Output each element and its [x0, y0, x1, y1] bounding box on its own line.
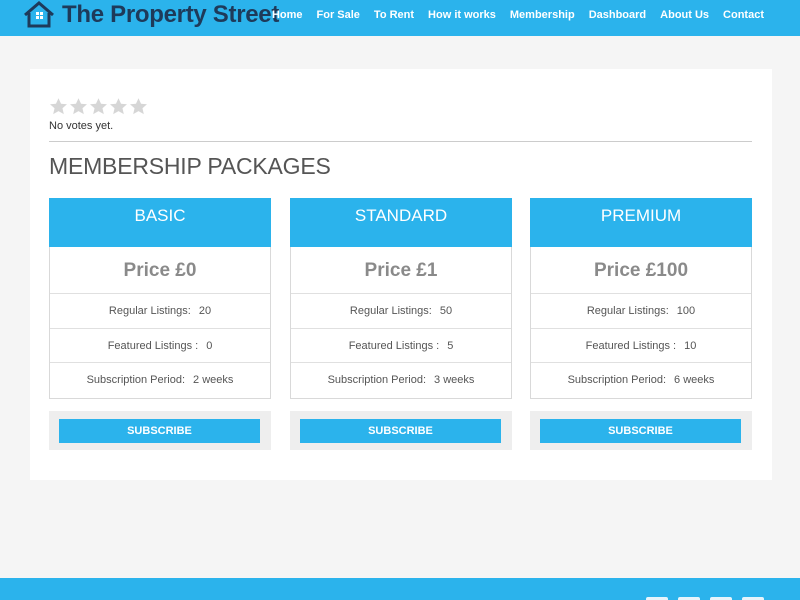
nav-for-sale[interactable]: For Sale	[317, 9, 360, 21]
star-icon[interactable]	[129, 97, 148, 116]
site-logo[interactable]: The Property Street	[22, 0, 279, 30]
subscribe-button-standard[interactable]: SUBSCRIBE	[300, 419, 501, 443]
package-row-period: Subscription Period: 3 weeks	[291, 363, 511, 398]
footer-bar	[0, 578, 800, 600]
star-icon[interactable]	[109, 97, 128, 116]
nav-membership[interactable]: Membership	[510, 9, 575, 21]
main-nav: Home For Sale To Rent How it works Membe…	[258, 0, 764, 30]
package-row-regular: Regular Listings: 20	[50, 294, 270, 329]
row-label: Subscription Period:	[86, 374, 186, 386]
top-navigation-bar: The Property Street Home For Sale To Ren…	[0, 0, 800, 36]
row-value: 10	[684, 339, 697, 352]
subscribe-container: SUBSCRIBE	[530, 411, 752, 450]
nav-about-us[interactable]: About Us	[660, 9, 709, 21]
package-price: Price £100	[531, 247, 751, 294]
subscribe-button-premium[interactable]: SUBSCRIBE	[540, 419, 741, 443]
package-name: BASIC	[49, 198, 271, 247]
row-value: 5	[447, 339, 454, 352]
row-label: Featured Listings :	[107, 339, 199, 352]
star-icon[interactable]	[89, 97, 108, 116]
row-label: Featured Listings :	[348, 339, 440, 352]
package-row-featured: Featured Listings : 0	[50, 329, 270, 363]
nav-dashboard[interactable]: Dashboard	[589, 9, 646, 21]
content-panel: No votes yet. MEMBERSHIP PACKAGES BASIC …	[30, 69, 772, 480]
package-row-regular: Regular Listings: 50	[291, 294, 511, 329]
nav-contact[interactable]: Contact	[723, 9, 764, 21]
package-row-featured: Featured Listings : 5	[291, 329, 511, 363]
nav-how-it-works[interactable]: How it works	[428, 9, 496, 21]
nav-home[interactable]: Home	[272, 9, 303, 21]
subscribe-container: SUBSCRIBE	[49, 411, 271, 450]
package-row-period: Subscription Period: 6 weeks	[531, 363, 751, 398]
house-logo-icon	[24, 1, 54, 28]
row-label: Regular Listings:	[108, 305, 191, 317]
row-label: Regular Listings:	[586, 305, 669, 317]
star-rating	[49, 97, 149, 116]
votes-count: No votes yet.	[49, 120, 114, 132]
package-price: Price £0	[50, 247, 270, 294]
star-icon[interactable]	[69, 97, 88, 116]
package-row-featured: Featured Listings : 10	[531, 329, 751, 363]
row-value: 0	[206, 339, 213, 352]
row-value: 50	[439, 305, 453, 317]
package-card-premium: PREMIUM Price £100 Regular Listings: 100 …	[530, 198, 752, 399]
row-value: 20	[198, 305, 212, 317]
subscribe-button-basic[interactable]: SUBSCRIBE	[59, 419, 260, 443]
row-label: Featured Listings :	[585, 339, 677, 352]
package-name: PREMIUM	[530, 198, 752, 247]
package-details: Price £1 Regular Listings: 50 Featured Li…	[290, 247, 512, 399]
divider	[49, 141, 752, 142]
package-row-regular: Regular Listings: 100	[531, 294, 751, 329]
row-label: Regular Listings:	[349, 305, 432, 317]
row-label: Subscription Period:	[327, 374, 427, 386]
package-name: STANDARD	[290, 198, 512, 247]
star-icon[interactable]	[49, 97, 68, 116]
subscribe-container: SUBSCRIBE	[290, 411, 512, 450]
page-title: MEMBERSHIP PACKAGES	[49, 153, 331, 179]
nav-to-rent[interactable]: To Rent	[374, 9, 414, 21]
package-card-basic: BASIC Price £0 Regular Listings: 20 Featu…	[49, 198, 271, 399]
row-value: 100	[676, 305, 696, 317]
site-title: The Property Street	[62, 1, 280, 28]
row-label: Subscription Period:	[567, 374, 667, 386]
package-card-standard: STANDARD Price £1 Regular Listings: 50 Fe…	[290, 198, 512, 399]
package-details: Price £100 Regular Listings: 100 Featured…	[530, 247, 752, 399]
row-value: 3 weeks	[434, 374, 475, 386]
package-details: Price £0 Regular Listings: 20 Featured Li…	[49, 247, 271, 399]
row-value: 2 weeks	[193, 374, 234, 386]
row-value: 6 weeks	[674, 374, 715, 386]
package-row-period: Subscription Period: 2 weeks	[50, 363, 270, 398]
package-price: Price £1	[291, 247, 511, 294]
